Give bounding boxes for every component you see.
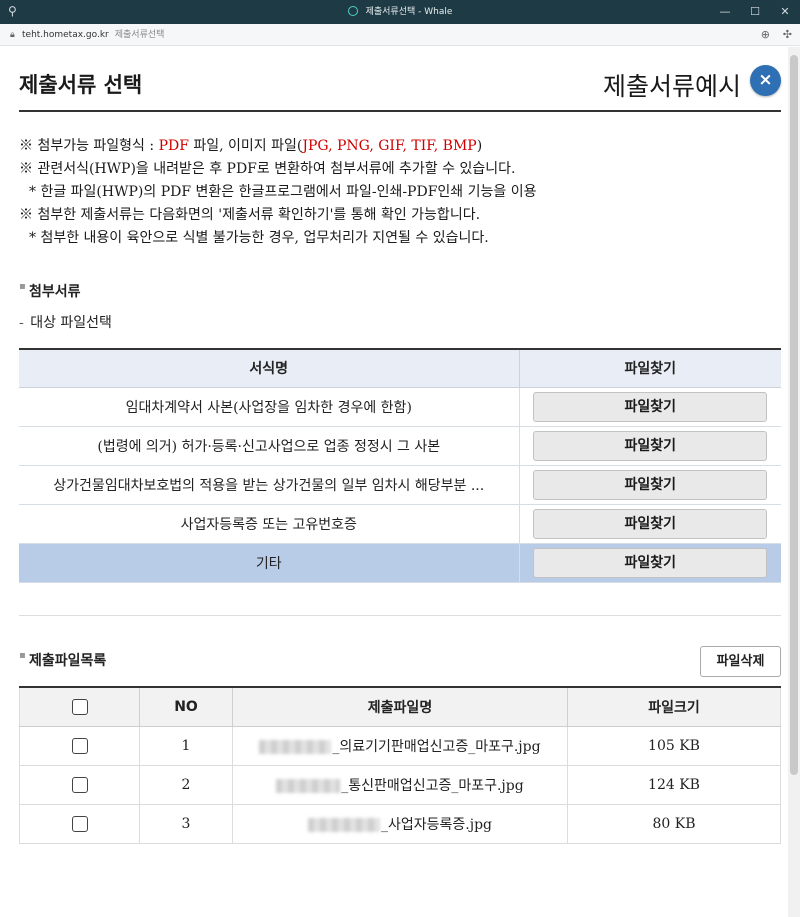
form-name[interactable]: 기타 [19, 543, 520, 583]
file-name-cell: _사업자등록증.jpg [232, 804, 568, 844]
redacted-name [276, 779, 341, 793]
notice-line-confirm: ※ 첨부한 제출서류는 다음화면의 '제출서류 확인하기'를 통해 확인 가능합… [19, 207, 481, 223]
attachment-form-table: 서식명 파일찾기 임대차계약서 사본(사업장을 임차한 경우에 한함) 파일찾기… [19, 348, 781, 583]
select-cell [19, 726, 140, 766]
file-list-section-title: ▪ 제출파일목록 [19, 649, 107, 669]
maximize-button[interactable]: ☐ [740, 1, 770, 25]
page-title: 제출서류 선택 [19, 73, 143, 97]
find-file-button[interactable]: 파일찾기 [533, 508, 768, 539]
row-checkbox[interactable] [71, 816, 88, 832]
notice-line-pdf-convert: * 한글 파일(HWP)의 PDF 변환은 한글프로그램에서 파일-인쇄-PDF… [29, 184, 537, 200]
section-divider [19, 614, 781, 616]
delete-file-button[interactable]: 파일삭제 [700, 645, 781, 677]
row-checkbox[interactable] [71, 738, 88, 754]
table-row[interactable]: (법령에 의거) 허가·등록·신고사업으로 업종 정정시 그 사본 파일찾기 [19, 426, 781, 466]
find-cell: 파일찾기 [519, 387, 781, 427]
select-cell [19, 804, 140, 844]
file-name: _사업자등록증.jpg [381, 817, 492, 833]
file-name: _통신판매업신고증_마포구.jpg [341, 778, 524, 794]
find-file-button[interactable]: 파일찾기 [533, 391, 768, 422]
address-bar[interactable]: 🔒︎ teht.hometax.go.kr 제출서류선택 ⊕ ✣ [0, 24, 800, 46]
whale-logo-icon [347, 5, 358, 16]
notice-line-hwp: ※ 관련서식(HWP)을 내려받은 후 PDF로 변환하여 첨부서류에 추가할 … [19, 161, 516, 177]
zoom-icon[interactable]: ⊕ [761, 24, 770, 46]
notice-text: ※ 첨부가능 파일형식 : PDF 파일, 이미지 파일(JPG, PNG, G… [19, 135, 781, 250]
find-cell: 파일찾기 [519, 543, 781, 583]
target-file-label: - 대상 파일선택 [19, 315, 112, 331]
table-header-row: 서식명 파일찾기 [19, 349, 781, 388]
form-name[interactable]: 상가건물임대차보호법의 적용을 받는 상가건물의 일부 임차시 해당부분 ... [19, 465, 520, 505]
table-row[interactable]: 1 _의료기기판매업신고증_마포구.jpg 105 KB [19, 726, 781, 766]
dash-icon: - [19, 315, 24, 331]
table-row-selected[interactable]: 기타 파일찾기 [19, 543, 781, 583]
minimize-button[interactable]: — [710, 1, 740, 25]
table-row[interactable]: 사업자등록증 또는 고유번호증 파일찾기 [19, 504, 781, 544]
url-display[interactable]: teht.hometax.go.kr 제출서류선택 [22, 24, 164, 46]
url-text: teht.hometax.go.kr [22, 30, 109, 40]
column-header-file-size: 파일크기 [567, 686, 781, 727]
select-cell [19, 765, 140, 805]
form-name[interactable]: 임대차계약서 사본(사업장을 임차한 경우에 한함) [19, 387, 520, 427]
attach-section-title: ▪ 첨부서류 [19, 281, 81, 300]
file-name: _의료기기판매업신고증_마포구.jpg [332, 739, 541, 755]
column-header-file-name: 제출파일명 [232, 686, 568, 727]
find-file-button[interactable]: 파일찾기 [533, 430, 768, 461]
window-title: 제출서류선택 - Whale [0, 0, 800, 24]
file-size: 124 KB [567, 765, 781, 805]
extension-icon[interactable]: ✣ [783, 24, 792, 46]
column-header-no: NO [139, 686, 233, 727]
table-row[interactable]: 3 _사업자등록증.jpg 80 KB [19, 804, 781, 844]
table-row[interactable]: 상가건물임대차보호법의 적용을 받는 상가건물의 일부 임차시 해당부분 ...… [19, 465, 781, 505]
lock-icon: 🔒︎ [10, 30, 15, 40]
submitted-files-table: NO 제출파일명 파일크기 1 _의료기기판매업신고증_마포구.jpg 105 … [19, 685, 781, 844]
form-name[interactable]: (법령에 의거) 허가·등록·신고사업으로 업종 정정시 그 사본 [19, 426, 520, 466]
notice-line-delay: * 첨부한 내용이 육안으로 식별 불가능한 경우, 업무처리가 지연될 수 있… [29, 230, 489, 246]
bullet-icon: ▪ [19, 649, 26, 661]
window-titlebar: ⚲ 제출서류선택 - Whale — ☐ ✕ [0, 0, 800, 24]
table-row[interactable]: 임대차계약서 사본(사업장을 임차한 경우에 한함) 파일찾기 [19, 387, 781, 427]
find-file-button[interactable]: 파일찾기 [533, 469, 768, 500]
find-file-button[interactable]: 파일찾기 [533, 547, 768, 578]
select-all-checkbox[interactable] [71, 698, 88, 715]
column-header-form-name: 서식명 [19, 349, 520, 388]
table-row[interactable]: 2 _통신판매업신고증_마포구.jpg 124 KB [19, 765, 781, 805]
page-header: 제출서류 선택 제출서류예시 × [19, 47, 781, 112]
find-cell: 파일찾기 [519, 465, 781, 505]
vertical-scrollbar[interactable] [788, 47, 800, 917]
file-size: 80 KB [567, 804, 781, 844]
window-title-text: 제출서류선택 - Whale [365, 7, 453, 17]
file-size: 105 KB [567, 726, 781, 766]
form-name[interactable]: 사업자등록증 또는 고유번호증 [19, 504, 520, 544]
redacted-name [308, 818, 380, 832]
bullet-icon: ▪ [19, 281, 26, 292]
window-controls: — ☐ ✕ [710, 0, 800, 24]
url-page-title: 제출서류선택 [114, 30, 165, 40]
find-cell: 파일찾기 [519, 504, 781, 544]
example-documents-link[interactable]: 제출서류예시 [603, 67, 741, 103]
column-header-find: 파일찾기 [519, 349, 781, 388]
file-name-cell: _통신판매업신고증_마포구.jpg [232, 765, 568, 805]
find-cell: 파일찾기 [519, 426, 781, 466]
column-header-select [19, 686, 140, 727]
popup-content: 제출서류 선택 제출서류예시 × ※ 첨부가능 파일형식 : PDF 파일, 이… [19, 47, 781, 844]
close-icon: × [758, 70, 773, 90]
file-no: 3 [139, 804, 233, 844]
row-checkbox[interactable] [71, 777, 88, 793]
file-no: 1 [139, 726, 233, 766]
file-list-header: ▪ 제출파일목록 파일삭제 [19, 645, 781, 678]
close-popup-button[interactable]: × [750, 65, 781, 96]
file-name-cell: _의료기기판매업신고증_마포구.jpg [232, 726, 568, 766]
file-no: 2 [139, 765, 233, 805]
close-window-button[interactable]: ✕ [770, 1, 800, 25]
notice-line-formats: ※ 첨부가능 파일형식 : PDF 파일, 이미지 파일(JPG, PNG, G… [19, 138, 483, 154]
table-header-row: NO 제출파일명 파일크기 [19, 686, 781, 727]
scrollbar-thumb[interactable] [790, 55, 798, 775]
redacted-name [259, 740, 332, 754]
